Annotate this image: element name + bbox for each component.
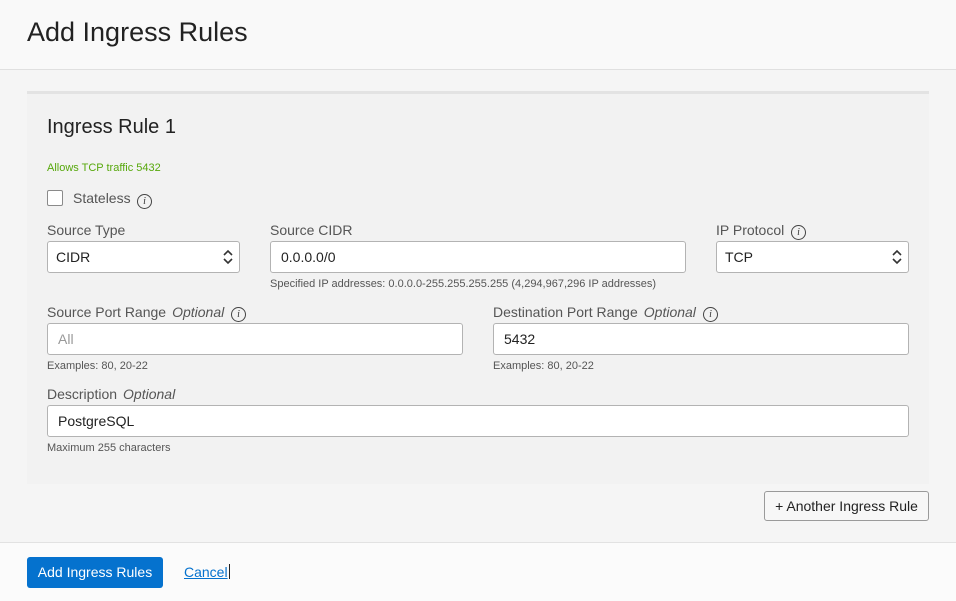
info-icon[interactable]: i [137, 194, 152, 209]
stateless-checkbox[interactable] [47, 190, 63, 206]
destination-port-range-value: 5432 [504, 331, 536, 347]
description-value: PostgreSQL [58, 413, 135, 429]
updown-chevron-icon [892, 249, 902, 265]
source-cidr-value: 0.0.0.0/0 [281, 249, 336, 265]
info-icon[interactable]: i [703, 307, 718, 322]
ip-protocol-label: IP Protocol [716, 222, 785, 238]
destination-port-range-label: Destination Port Range Optional [493, 304, 696, 320]
description-label: Description Optional [47, 386, 176, 402]
source-cidr-help: Specified IP addresses: 0.0.0.0-255.255.… [270, 278, 657, 290]
page-title: Add Ingress Rules [27, 17, 248, 47]
source-type-label: Source Type [47, 222, 126, 238]
source-port-range-placeholder: All [58, 331, 74, 347]
text-cursor [228, 564, 230, 579]
dialog-footer: Add Ingress Rules Cancel [0, 542, 956, 601]
source-port-range-input[interactable]: All [47, 323, 463, 355]
destination-port-range-input[interactable]: 5432 [493, 323, 909, 355]
ip-protocol-value: TCP [725, 249, 753, 265]
source-type-select[interactable]: CIDR [47, 241, 240, 273]
info-icon[interactable]: i [231, 307, 246, 322]
ip-protocol-select[interactable]: TCP [716, 241, 909, 273]
cancel-link-label: Cancel [184, 564, 228, 580]
rule-summary: Allows TCP traffic 5432 [47, 162, 161, 174]
source-cidr-input[interactable]: 0.0.0.0/0 [270, 241, 686, 273]
source-cidr-label: Source CIDR [270, 222, 353, 238]
destination-port-range-help: Examples: 80, 20-22 [493, 360, 594, 372]
rule-title: Ingress Rule 1 [47, 116, 176, 138]
updown-chevron-icon [223, 249, 233, 265]
dialog-header: Add Ingress Rules [0, 0, 956, 70]
add-another-ingress-rule-button[interactable]: + Another Ingress Rule [764, 491, 929, 521]
description-help: Maximum 255 characters [47, 442, 171, 454]
description-input[interactable]: PostgreSQL [47, 405, 909, 437]
dialog-body: Ingress Rule 1 Allows TCP traffic 5432 S… [0, 70, 956, 542]
source-port-range-label: Source Port Range Optional [47, 304, 225, 320]
source-port-range-help: Examples: 80, 20-22 [47, 360, 148, 372]
ingress-rule-card: Ingress Rule 1 Allows TCP traffic 5432 S… [27, 91, 929, 484]
info-icon[interactable]: i [791, 225, 806, 240]
source-type-value: CIDR [56, 249, 91, 265]
add-ingress-rules-button[interactable]: Add Ingress Rules [27, 557, 163, 588]
stateless-label: Stateless [73, 190, 131, 206]
cancel-link[interactable]: Cancel [184, 564, 230, 580]
